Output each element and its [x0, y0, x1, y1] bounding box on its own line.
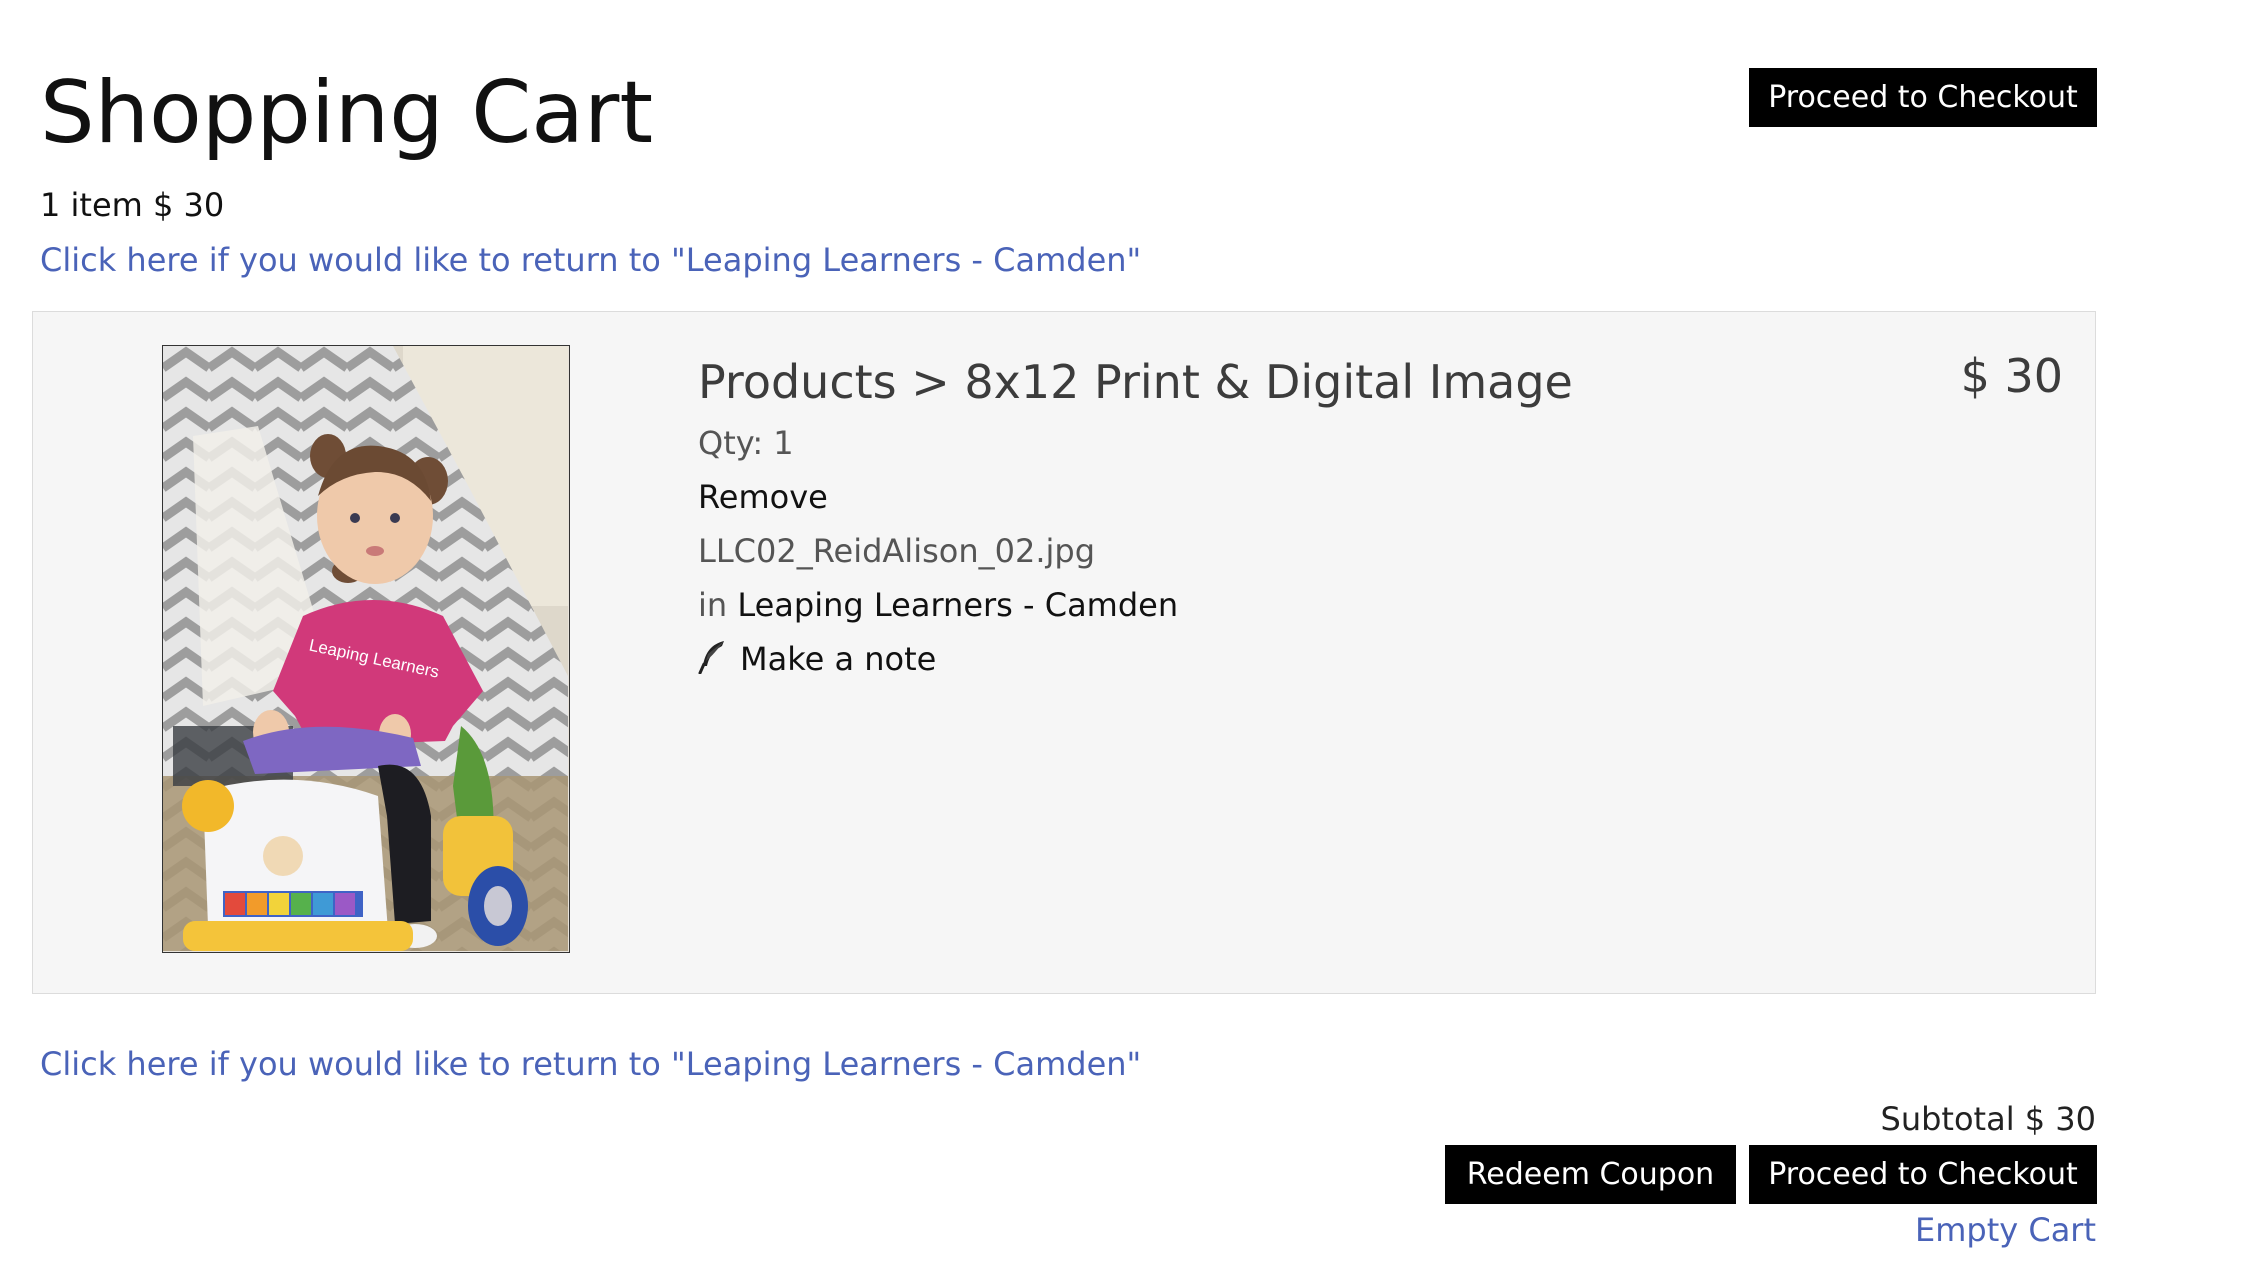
- product-breadcrumb[interactable]: Products > 8x12 Print & Digital Image: [698, 354, 1573, 410]
- cart-summary: 1 item $ 30: [40, 186, 225, 224]
- cart-subtotal: Subtotal $ 30: [1880, 1100, 2097, 1138]
- proceed-to-checkout-button-top[interactable]: Proceed to Checkout: [1749, 68, 2097, 127]
- gallery-prefix: in: [698, 586, 728, 624]
- child-photo-image: Leaping Learners: [163, 346, 568, 951]
- make-a-note-link[interactable]: Make a note: [698, 639, 936, 679]
- return-to-gallery-link-bottom[interactable]: Click here if you would like to return t…: [40, 1044, 1141, 1084]
- proceed-to-checkout-button-bottom[interactable]: Proceed to Checkout: [1749, 1145, 2097, 1204]
- item-price: $ 30: [1960, 349, 2063, 403]
- product-thumbnail[interactable]: Leaping Learners: [162, 345, 570, 953]
- page-title: Shopping Cart: [40, 63, 654, 163]
- quill-icon: [698, 641, 724, 674]
- item-quantity: Qty: 1: [698, 424, 794, 462]
- return-to-gallery-link-top[interactable]: Click here if you would like to return t…: [40, 240, 1141, 280]
- empty-cart-link[interactable]: Empty Cart: [1915, 1210, 2096, 1250]
- cart-item-panel: Leaping Learners Products > 8x12 Print &…: [32, 311, 2096, 994]
- redeem-coupon-button[interactable]: Redeem Coupon: [1445, 1145, 1736, 1204]
- make-a-note-label: Make a note: [740, 640, 937, 678]
- gallery-link[interactable]: Leaping Learners - Camden: [737, 586, 1178, 624]
- remove-item-link[interactable]: Remove: [698, 477, 828, 517]
- item-gallery-line: in Leaping Learners - Camden: [698, 585, 1178, 625]
- item-filename: LLC02_ReidAlison_02.jpg: [698, 532, 1096, 570]
